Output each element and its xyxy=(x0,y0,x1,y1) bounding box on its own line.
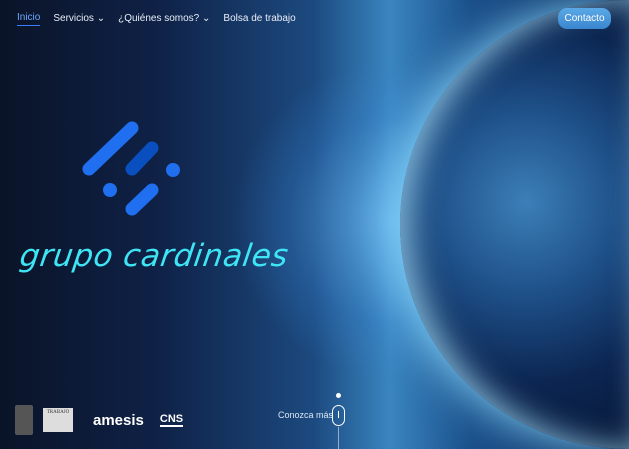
logo-stroke xyxy=(82,121,139,176)
scroll-label[interactable]: Conozca más xyxy=(278,410,333,420)
partner-logo-trabajo: TRABAJO xyxy=(43,408,73,432)
logo-dot xyxy=(103,183,117,197)
logo-stroke xyxy=(125,183,159,216)
logo-stroke xyxy=(125,141,159,176)
scroll-line xyxy=(338,427,339,449)
logo-dot xyxy=(166,163,180,177)
brand-logo-mark xyxy=(82,121,180,216)
mouse-scroll-icon[interactable] xyxy=(332,405,345,426)
scroll-dot xyxy=(336,393,341,398)
partner-logo-cns: CNS xyxy=(159,413,184,427)
brand-name: grupo cardinales xyxy=(17,238,291,274)
partner-logo-gobierno xyxy=(15,405,33,435)
partner-logos: TRABAJO amesis CNS xyxy=(15,405,184,435)
partner-logo-amesis: amesis xyxy=(93,411,144,429)
